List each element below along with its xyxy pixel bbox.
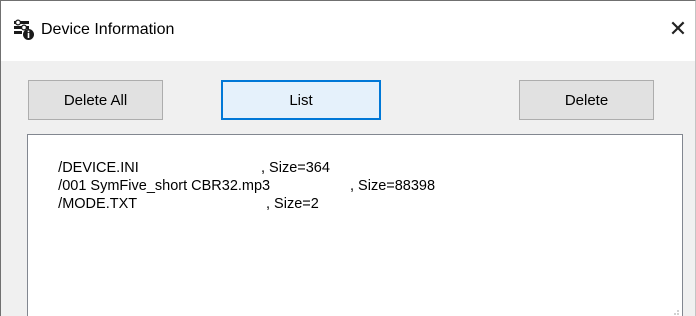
list-item[interactable]: /MODE.TXT , Size=2	[34, 180, 319, 212]
file-size: , Size=364	[261, 160, 330, 176]
resize-grip-icon[interactable]	[670, 306, 680, 316]
file-size: , Size=2	[266, 196, 319, 212]
device-information-dialog: Device Information ✕ Delete All List Del…	[0, 0, 696, 316]
file-size: , Size=88398	[350, 178, 436, 194]
delete-button[interactable]: Delete	[519, 80, 654, 120]
file-name: /MODE.TXT	[58, 196, 138, 212]
list-button[interactable]: List	[221, 80, 381, 120]
delete-all-button[interactable]: Delete All	[28, 80, 163, 120]
title-bar: Device Information ✕	[1, 1, 695, 61]
list-item[interactable]: /001 SymFive_short CBR32.mp3, Size=88398	[34, 162, 435, 194]
close-button[interactable]: ✕	[661, 13, 695, 49]
device-settings-icon	[13, 19, 35, 41]
window-title: Device Information	[41, 21, 175, 38]
list-item[interactable]: /DEVICE.INI, Size=364	[34, 144, 330, 176]
file-listbox[interactable]: /DEVICE.INI, Size=364 /001 SymFive_short…	[27, 134, 683, 316]
